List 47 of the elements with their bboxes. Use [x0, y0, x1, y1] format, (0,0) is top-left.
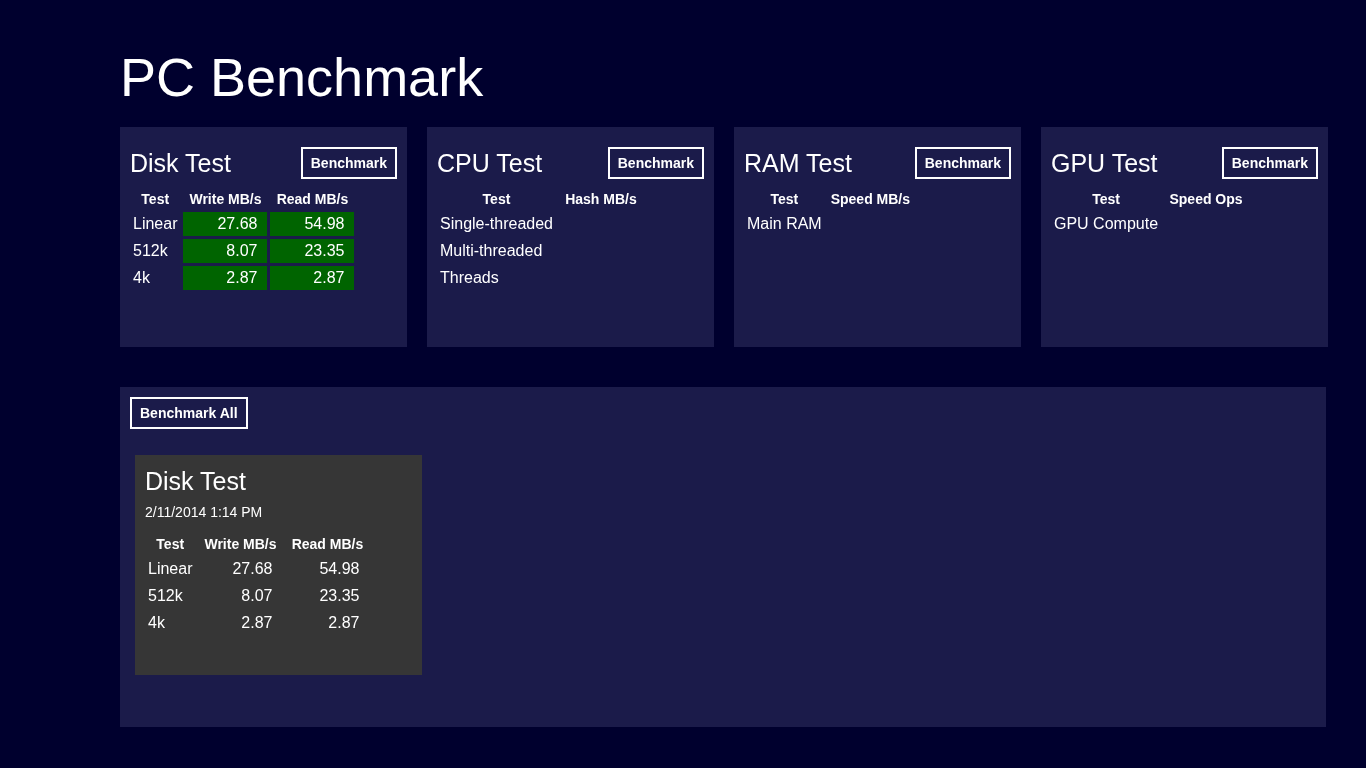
row-label: GPU Compute	[1053, 214, 1160, 234]
value-cell-text: 27.68	[231, 559, 274, 579]
row-label: 512k	[147, 586, 184, 606]
column-header: Test	[1091, 190, 1121, 209]
row-label: 512k	[132, 241, 169, 261]
value-cell-text: 2.87	[327, 613, 361, 633]
panel-title: GPU Test	[1051, 148, 1158, 178]
column-header: Write MB/s	[203, 535, 278, 554]
column-header: Read MB/s	[275, 190, 350, 209]
column-header: Test	[481, 190, 512, 209]
value-cell: 54.98	[270, 212, 355, 236]
column-header: Speed Ops	[1168, 190, 1244, 209]
value-cell-text: 54.98	[318, 559, 361, 579]
panel-title: RAM Test	[744, 148, 852, 178]
page-title: PC Benchmark	[120, 46, 484, 109]
value-cell-text: 2.87	[240, 613, 274, 633]
column-header: Read MB/s	[290, 535, 365, 554]
result-date: 2/11/2014 1:14 PM	[145, 504, 264, 520]
column-header: Test	[140, 190, 171, 209]
row-label: Linear	[132, 214, 179, 234]
panel-title: CPU Test	[437, 148, 543, 178]
column-header: Write MB/s	[188, 190, 263, 209]
value-cell: 27.68	[183, 212, 268, 236]
column-header: Test	[155, 535, 186, 554]
value-cell: 2.87	[183, 266, 268, 290]
value-cell-text: 8.07	[240, 586, 274, 606]
row-label: Threads	[439, 268, 500, 288]
row-label: Multi-threaded	[439, 241, 544, 261]
value-cell: 2.87	[270, 266, 355, 290]
row-label: Main RAM	[746, 214, 823, 234]
value-cell-text: 23.35	[318, 586, 361, 606]
row-label: 4k	[147, 613, 166, 633]
row-label: Linear	[147, 559, 194, 579]
column-header: Test	[769, 190, 800, 209]
benchmark-button[interactable]: Benchmark	[607, 147, 704, 179]
value-cell: 23.35	[270, 239, 355, 263]
row-label: Single-threaded	[439, 214, 554, 234]
column-header: Hash MB/s	[564, 190, 638, 209]
benchmark-button[interactable]: Benchmark	[914, 147, 1011, 179]
column-header: Speed MB/s	[829, 190, 912, 209]
value-cell: 8.07	[183, 239, 268, 263]
benchmark-all-button[interactable]: Benchmark All	[130, 397, 248, 429]
benchmark-button[interactable]: Benchmark	[1221, 147, 1318, 179]
row-label: 4k	[132, 268, 151, 288]
benchmark-button[interactable]: Benchmark	[300, 147, 397, 179]
panel-title: Disk Test	[130, 148, 231, 178]
card-title: Disk Test	[145, 467, 247, 496]
